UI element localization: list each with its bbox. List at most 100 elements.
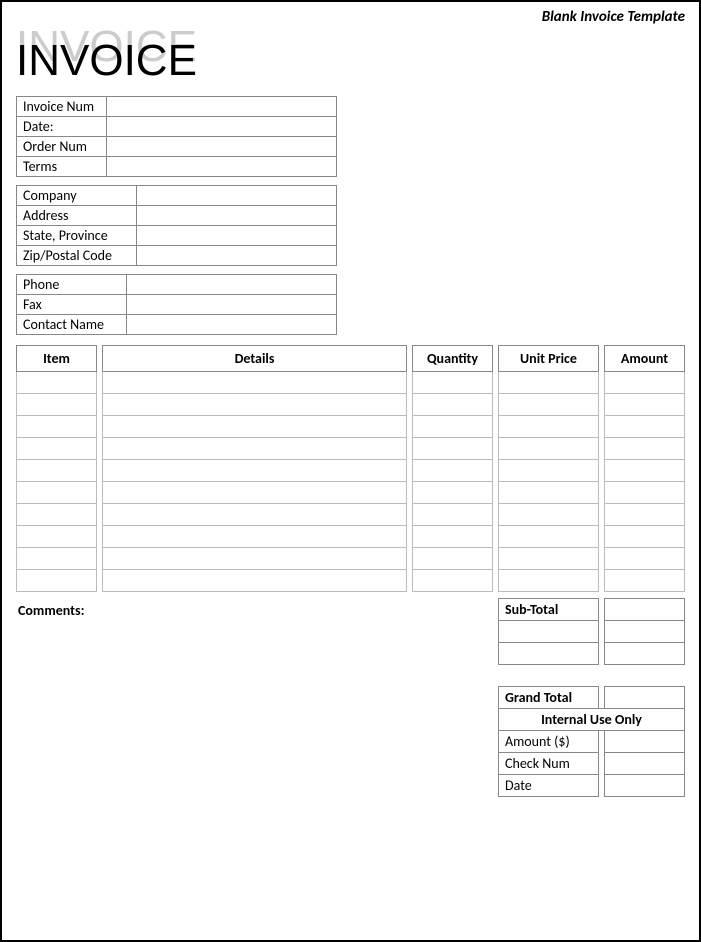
cell-details[interactable]	[103, 416, 407, 438]
fax-field[interactable]	[127, 295, 337, 315]
cell-details[interactable]	[103, 482, 407, 504]
table-row	[17, 460, 685, 482]
address-field[interactable]	[137, 206, 337, 226]
cell-quantity[interactable]	[413, 460, 493, 482]
cell-item[interactable]	[17, 460, 97, 482]
cell-quantity[interactable]	[413, 548, 493, 570]
cell-amount[interactable]	[605, 372, 685, 394]
cell-details[interactable]	[103, 438, 407, 460]
internal-date-field[interactable]	[605, 775, 685, 797]
cell-item[interactable]	[17, 504, 97, 526]
cell-details[interactable]	[103, 570, 407, 592]
line-items-table: Item Details Quantity Unit Price Amount	[16, 345, 685, 592]
cell-details[interactable]	[103, 460, 407, 482]
extra2-label[interactable]	[499, 643, 599, 665]
cell-item[interactable]	[17, 570, 97, 592]
cell-details[interactable]	[103, 394, 407, 416]
date-label: Date:	[17, 117, 107, 137]
extra2-field[interactable]	[605, 643, 685, 665]
check-num-field[interactable]	[605, 753, 685, 775]
grand-total-field[interactable]	[605, 687, 685, 709]
cell-quantity[interactable]	[413, 372, 493, 394]
cell-amount[interactable]	[605, 416, 685, 438]
cell-details[interactable]	[103, 504, 407, 526]
invoice-logo: INVOICE INVOICE	[16, 36, 685, 84]
cell-unit-price[interactable]	[499, 416, 599, 438]
cell-amount[interactable]	[605, 526, 685, 548]
internal-amount-label: Amount ($)	[499, 731, 599, 753]
cell-unit-price[interactable]	[499, 504, 599, 526]
cell-unit-price[interactable]	[499, 460, 599, 482]
cell-amount[interactable]	[605, 504, 685, 526]
cell-amount[interactable]	[605, 548, 685, 570]
extra1-label[interactable]	[499, 621, 599, 643]
internal-use-header: Internal Use Only	[499, 709, 685, 731]
company-label: Company	[17, 186, 137, 206]
date-field[interactable]	[107, 117, 337, 137]
cell-quantity[interactable]	[413, 394, 493, 416]
cell-quantity[interactable]	[413, 504, 493, 526]
cell-quantity[interactable]	[413, 438, 493, 460]
company-field[interactable]	[137, 186, 337, 206]
col-amount: Amount	[605, 346, 685, 372]
table-row	[17, 416, 685, 438]
cell-item[interactable]	[17, 482, 97, 504]
table-row	[17, 394, 685, 416]
subtotal-field[interactable]	[605, 599, 685, 621]
cell-amount[interactable]	[605, 570, 685, 592]
cell-unit-price[interactable]	[499, 482, 599, 504]
order-num-label: Order Num	[17, 137, 107, 157]
table-row	[17, 504, 685, 526]
invoice-num-field[interactable]	[107, 97, 337, 117]
zip-field[interactable]	[137, 246, 337, 266]
cell-quantity[interactable]	[413, 482, 493, 504]
template-label: Blank Invoice Template	[542, 8, 685, 26]
cell-unit-price[interactable]	[499, 372, 599, 394]
internal-amount-field[interactable]	[605, 731, 685, 753]
totals-block: Sub-Total Grand Total	[498, 598, 685, 797]
table-row	[17, 548, 685, 570]
state-label: State, Province	[17, 226, 137, 246]
cell-quantity[interactable]	[413, 570, 493, 592]
cell-details[interactable]	[103, 526, 407, 548]
subtotal-label: Sub-Total	[499, 599, 599, 621]
address-label: Address	[17, 206, 137, 226]
table-row	[17, 570, 685, 592]
cell-unit-price[interactable]	[499, 570, 599, 592]
company-info-block: Company Address State, Province Zip/Post…	[16, 185, 685, 266]
phone-field[interactable]	[127, 275, 337, 295]
cell-unit-price[interactable]	[499, 438, 599, 460]
cell-quantity[interactable]	[413, 526, 493, 548]
terms-field[interactable]	[107, 157, 337, 177]
grand-total-label: Grand Total	[499, 687, 599, 709]
table-row	[17, 438, 685, 460]
cell-amount[interactable]	[605, 438, 685, 460]
cell-item[interactable]	[17, 438, 97, 460]
order-num-field[interactable]	[107, 137, 337, 157]
cell-item[interactable]	[17, 548, 97, 570]
cell-item[interactable]	[17, 372, 97, 394]
comments-label: Comments:	[16, 598, 498, 623]
table-row	[17, 482, 685, 504]
cell-details[interactable]	[103, 548, 407, 570]
cell-amount[interactable]	[605, 482, 685, 504]
cell-item[interactable]	[17, 394, 97, 416]
cell-unit-price[interactable]	[499, 394, 599, 416]
phone-label: Phone	[17, 275, 127, 295]
extra1-field[interactable]	[605, 621, 685, 643]
state-field[interactable]	[137, 226, 337, 246]
cell-item[interactable]	[17, 526, 97, 548]
contact-field[interactable]	[127, 315, 337, 335]
internal-date-label: Date	[499, 775, 599, 797]
check-num-label: Check Num	[499, 753, 599, 775]
cell-quantity[interactable]	[413, 416, 493, 438]
col-unit-price: Unit Price	[499, 346, 599, 372]
zip-label: Zip/Postal Code	[17, 246, 137, 266]
cell-item[interactable]	[17, 416, 97, 438]
table-row	[17, 372, 685, 394]
cell-details[interactable]	[103, 372, 407, 394]
cell-amount[interactable]	[605, 460, 685, 482]
cell-unit-price[interactable]	[499, 526, 599, 548]
cell-unit-price[interactable]	[499, 548, 599, 570]
cell-amount[interactable]	[605, 394, 685, 416]
